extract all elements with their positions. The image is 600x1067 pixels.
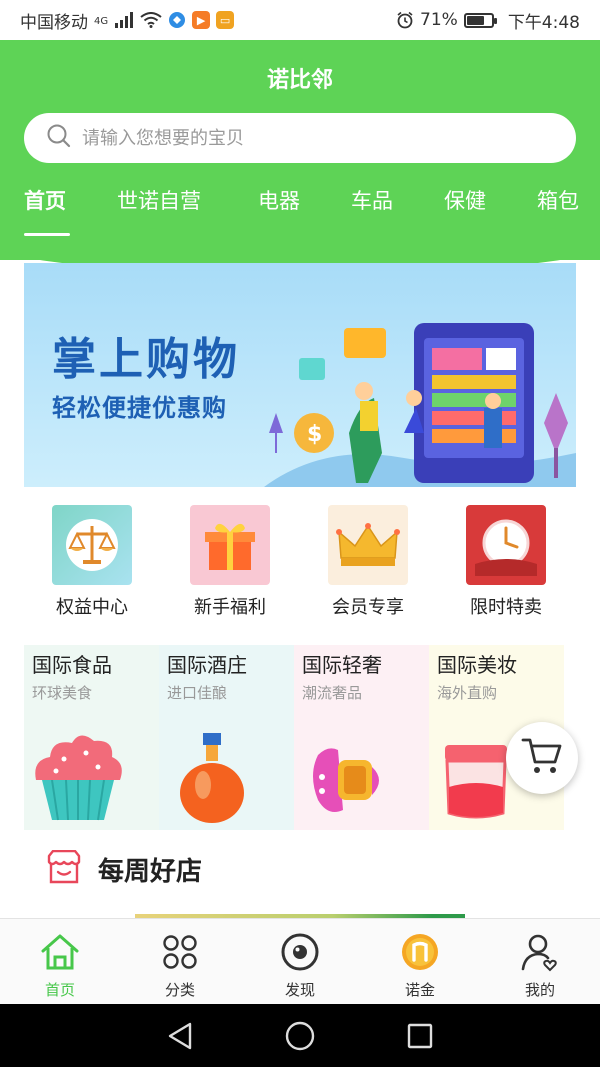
search-bar[interactable] — [24, 113, 576, 163]
tab-appliances[interactable]: 电器 — [258, 185, 300, 215]
clock-icon — [466, 505, 546, 585]
status-left: 中国移动 4G ▶ ▭ — [20, 8, 235, 33]
quick-link-flash-sale[interactable]: 限时特卖 — [436, 505, 576, 619]
intl-card-luxury[interactable]: 国际轻奢 潮流奢品 — [294, 645, 429, 830]
battery-icon — [463, 12, 497, 28]
tab-home[interactable]: 首页 — [24, 185, 66, 215]
nav-label: 诺金 — [404, 981, 435, 999]
intl-card-title: 国际美妆 — [437, 653, 517, 677]
scale-icon — [52, 505, 132, 585]
banner-title: 掌上购物 — [52, 334, 240, 385]
search-input[interactable] — [82, 127, 542, 149]
intl-card-subtitle: 潮流奢品 — [302, 684, 363, 702]
quick-link-rights-center[interactable]: 权益中心 — [22, 505, 162, 619]
discover-icon — [279, 931, 321, 973]
app-title: 诺比邻 — [266, 68, 333, 93]
cart-button[interactable] — [506, 722, 578, 794]
quick-link-member-exclusive[interactable]: 会员专享 — [298, 505, 438, 619]
quick-link-label: 会员专享 — [332, 597, 404, 618]
intl-card-title: 国际轻奢 — [302, 653, 382, 677]
nav-nuojin[interactable]: 诺金 — [360, 919, 480, 1004]
intl-card-subtitle: 进口佳酿 — [167, 684, 228, 702]
weekly-shops-header: 每周好店 — [46, 849, 203, 888]
nav-label: 首页 — [44, 981, 75, 999]
quick-link-label: 权益中心 — [56, 597, 128, 618]
svg-text:$: $ — [307, 422, 322, 447]
crown-icon — [328, 505, 408, 585]
status-bar: 中国移动 4G ▶ ▭ 71% 下午4:48 — [0, 0, 600, 40]
tab-car-goods[interactable]: 车品 — [351, 185, 393, 215]
shopping-illustration: $ — [264, 323, 576, 487]
quick-links: 权益中心 新手福利 会员专享 限时特卖 — [0, 505, 600, 625]
intl-card-food[interactable]: 国际食品 环球美食 — [24, 645, 159, 830]
tab-health[interactable]: 保健 — [444, 185, 486, 215]
intl-card-winery[interactable]: 国际酒庄 进口佳酿 — [159, 645, 294, 830]
tv-app-icon: ▭ — [216, 11, 235, 29]
system-nav-bar — [0, 1004, 600, 1067]
network-type: 4G — [94, 15, 109, 27]
intl-card-subtitle: 环球美食 — [32, 684, 93, 702]
clock-time: 下午4:48 — [507, 12, 580, 33]
browser-icon — [168, 11, 186, 29]
grid-icon — [159, 931, 201, 973]
nav-label: 我的 — [524, 981, 555, 999]
intl-card-title: 国际食品 — [32, 653, 112, 677]
active-tab-indicator — [24, 233, 70, 236]
bottom-nav: 首页 分类 发现 诺金 我的 — [0, 918, 600, 1004]
nav-label: 发现 — [284, 981, 315, 999]
back-icon[interactable] — [160, 1016, 200, 1056]
nav-discover[interactable]: 发现 — [240, 919, 360, 1004]
promo-banner[interactable]: 掌上购物 轻松便捷优惠购 $ — [24, 263, 576, 487]
signal-icon — [114, 12, 134, 28]
app-header: 诺比邻 首页 世诺自营 电器 车品 保健 箱包 — [0, 40, 600, 274]
status-right: 71% 下午4:48 — [396, 8, 580, 33]
international-categories: 国际食品 环球美食 国际酒庄 进口佳酿 国际轻奢 潮流奢品 国际美妆 海外直购 — [24, 645, 564, 830]
search-icon — [46, 123, 72, 153]
tab-shinuo-selfrun[interactable]: 世诺自营 — [117, 185, 201, 215]
user-icon — [519, 931, 561, 973]
gift-icon — [190, 505, 270, 585]
banner-subtitle: 轻松便捷优惠购 — [52, 394, 227, 422]
alarm-icon — [396, 11, 414, 29]
store-icon — [46, 849, 82, 888]
battery-percent: 71% — [420, 10, 458, 30]
video-app-icon: ▶ — [192, 11, 211, 29]
wifi-icon — [140, 12, 162, 28]
intl-card-subtitle: 海外直购 — [437, 684, 498, 702]
intl-card-title: 国际酒庄 — [167, 653, 247, 677]
nav-home[interactable]: 首页 — [0, 919, 120, 1004]
nav-mine[interactable]: 我的 — [480, 919, 600, 1004]
quick-link-label: 新手福利 — [194, 597, 266, 618]
watch-icon — [313, 748, 379, 813]
recents-icon[interactable] — [400, 1016, 440, 1056]
wine-bottle-icon — [180, 733, 244, 823]
cart-icon — [521, 736, 563, 780]
home-icon — [39, 931, 81, 973]
cupcake-icon — [35, 735, 122, 821]
quick-link-newbie-welfare[interactable]: 新手福利 — [160, 505, 300, 619]
nav-label: 分类 — [164, 981, 195, 999]
category-tabs: 首页 世诺自营 电器 车品 保健 箱包 — [0, 185, 600, 245]
tab-bags[interactable]: 箱包 — [537, 185, 579, 215]
quick-link-label: 限时特卖 — [470, 597, 542, 618]
coin-icon — [399, 931, 441, 973]
carrier-label: 中国移动 — [20, 12, 88, 33]
nav-category[interactable]: 分类 — [120, 919, 240, 1004]
weekly-shops-title: 每周好店 — [98, 856, 203, 887]
home-circle-icon[interactable] — [280, 1016, 320, 1056]
